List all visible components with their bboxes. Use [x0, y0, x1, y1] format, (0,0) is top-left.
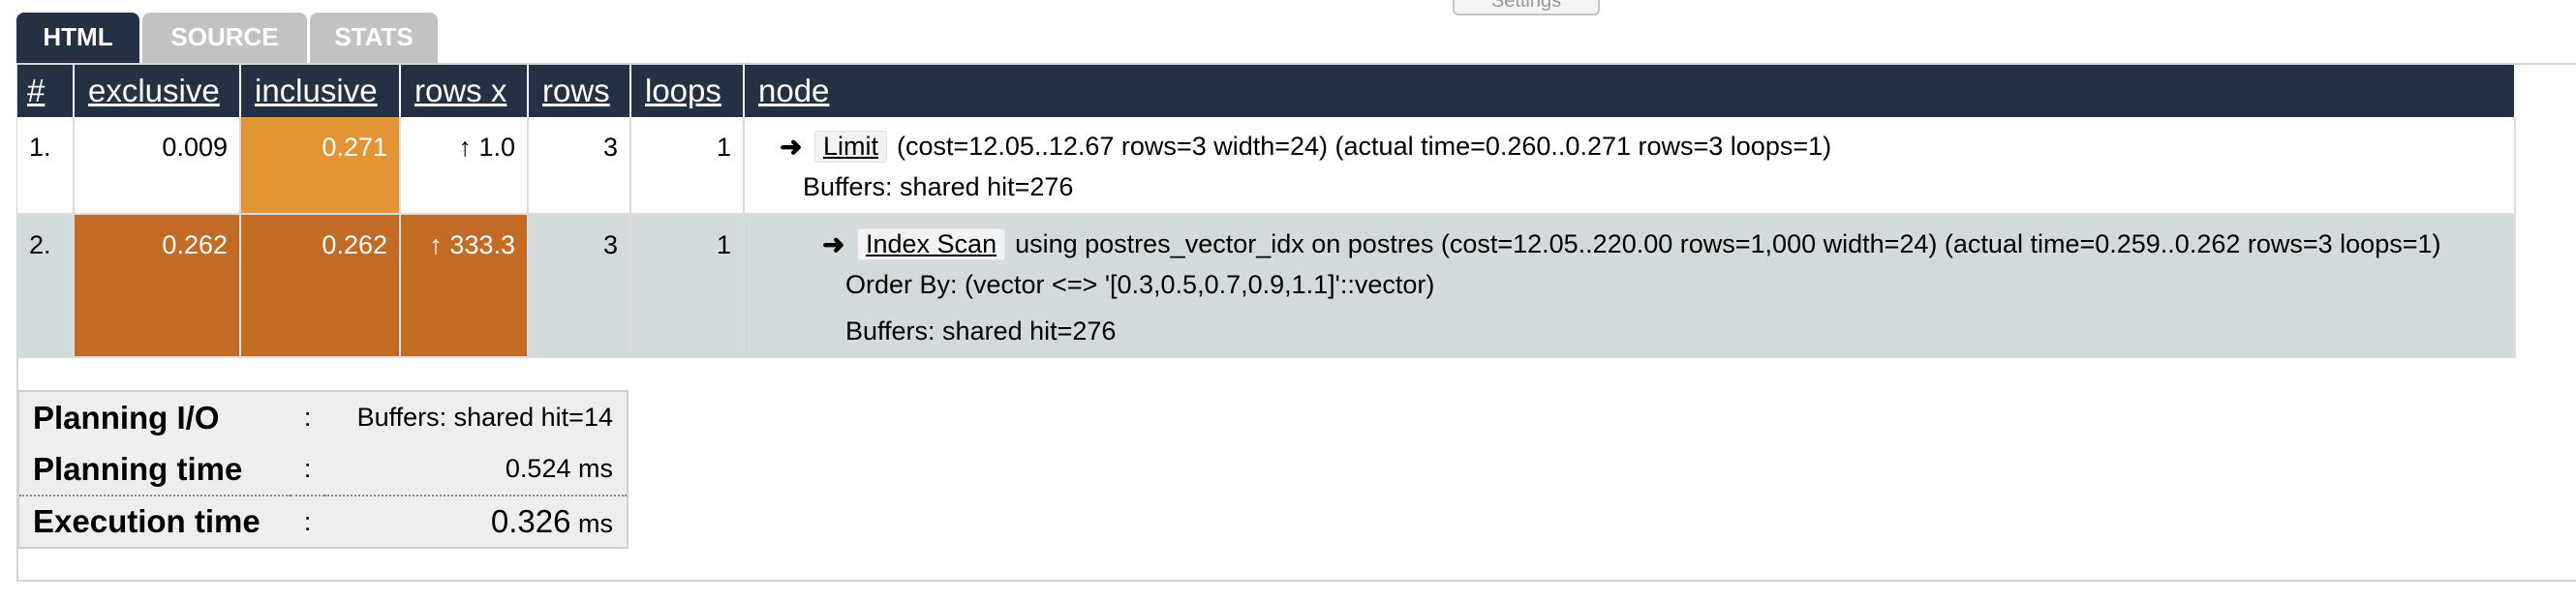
planning-io-label: Planning I/O — [33, 399, 220, 436]
execution-time-value: 0.326 ms — [324, 496, 628, 548]
cell-index: 1. — [17, 117, 75, 215]
tab-html[interactable]: HTML — [16, 13, 139, 65]
cell-rows: 3 — [528, 117, 631, 215]
cell-rows-x: ↑ 1.0 — [400, 117, 529, 215]
planning-time-value: 0.524 ms — [324, 443, 628, 497]
query-stats-table: Planning I/O : Buffers: shared hit=14 Pl… — [17, 390, 629, 549]
node-extra-info: Buffers: shared hit=276 — [845, 316, 1117, 346]
separator: : — [290, 443, 325, 497]
node-detail: using postres_vector_idx on postres (cos… — [1015, 228, 2441, 258]
col-header-exclusive[interactable]: exclusive — [74, 65, 241, 117]
cell-loops: 1 — [630, 214, 745, 358]
node-extra-info: Order By: (vector <=> '[0.3,0.5,0.7,0.9,… — [845, 270, 1435, 299]
cell-rows: 3 — [528, 214, 631, 358]
col-header-node[interactable]: node — [744, 65, 2516, 117]
cell-exclusive: 0.262 — [74, 214, 241, 358]
table-row[interactable]: 2. 0.262 0.262 ↑ 333.3 3 1 ➜ Index Scan … — [17, 214, 2516, 358]
stats-row-planning-time: Planning time : 0.524 ms — [18, 443, 628, 497]
cell-exclusive: 0.009 — [74, 117, 241, 215]
right-arrow-icon: ➜ — [822, 228, 845, 259]
execution-time-number: 0.326 — [490, 503, 571, 539]
cell-node: ➜ Index Scan using postres_vector_idx on… — [744, 214, 2516, 358]
col-header-inclusive[interactable]: inclusive — [240, 65, 401, 117]
planning-time-label: Planning time — [18, 443, 291, 497]
cell-index: 2. — [17, 214, 75, 358]
node-type-link[interactable]: Index Scan — [857, 227, 1006, 260]
cell-inclusive: 0.271 — [240, 117, 401, 215]
execution-time-unit: ms — [578, 509, 613, 538]
tab-source[interactable]: SOURCE — [142, 13, 307, 65]
settings-button[interactable]: Settings — [1453, 0, 1600, 15]
right-arrow-icon: ➜ — [780, 131, 803, 162]
stats-row-execution-time: Execution time : 0.326 ms — [18, 496, 628, 548]
table-header-row: # exclusive inclusive rows x rows loops … — [17, 65, 2516, 117]
node-extra-info: Buffers: shared hit=276 — [803, 172, 1074, 201]
planning-time-unit: ms — [578, 454, 613, 483]
cell-loops: 1 — [630, 117, 745, 215]
cell-node: ➜ Limit (cost=12.05..12.67 rows=3 width=… — [744, 117, 2516, 215]
cell-inclusive: 0.262 — [240, 214, 401, 358]
separator: : — [303, 403, 312, 432]
node-detail: (cost=12.05..12.67 rows=3 width=24) (act… — [897, 131, 1832, 161]
col-header-loops[interactable]: loops — [630, 65, 745, 117]
planning-io-value: Buffers: shared hit=14 — [356, 403, 613, 432]
stats-row-planning-io: Planning I/O : Buffers: shared hit=14 — [18, 391, 628, 443]
separator: : — [303, 506, 312, 536]
col-header-index[interactable]: # — [17, 65, 75, 117]
execution-time-label: Execution time — [33, 503, 261, 539]
table-row[interactable]: 1. 0.009 0.271 ↑ 1.0 3 1 ➜ Limit (cost=1… — [17, 117, 2516, 215]
node-type-link[interactable]: Limit — [814, 130, 888, 163]
cell-rows-x: ↑ 333.3 — [400, 214, 529, 358]
tab-stats[interactable]: STATS — [310, 13, 438, 65]
view-tabs: HTML SOURCE STATS — [16, 13, 441, 65]
planning-time-number: 0.524 — [505, 454, 571, 483]
col-header-rows[interactable]: rows — [528, 65, 631, 117]
col-header-rows-x[interactable]: rows x — [400, 65, 529, 117]
explain-plan-table: # exclusive inclusive rows x rows loops … — [17, 65, 2516, 358]
